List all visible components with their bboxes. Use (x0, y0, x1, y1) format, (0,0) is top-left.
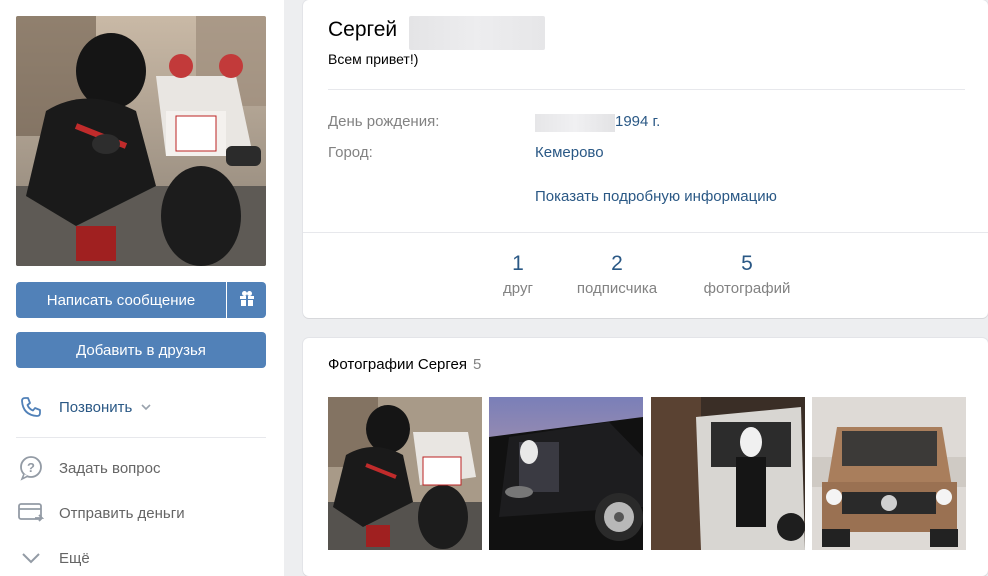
divider (328, 89, 965, 90)
call-label: Позвонить (59, 398, 133, 416)
send-money-label: Отправить деньги (59, 504, 185, 522)
profile-name: Сергей (328, 18, 398, 41)
friends-counter[interactable]: 1 друг (493, 252, 543, 297)
profile-info-card: Сергей Всем привет!) День рождения: 1994… (303, 0, 988, 318)
photos-label: фотографий (703, 280, 791, 297)
blurred-birthday-date (535, 114, 615, 132)
add-friend-button[interactable]: Добавить в друзья (16, 332, 266, 368)
profile-avatar[interactable] (16, 16, 266, 266)
send-message-label: Написать сообщение (46, 291, 196, 309)
friends-count: 1 (512, 252, 524, 275)
divider (16, 437, 266, 438)
city-label: Город: (328, 144, 373, 161)
friends-label: друг (503, 280, 533, 297)
photos-header[interactable]: Фотографии Сергея 5 (328, 356, 481, 373)
more-label: Ещё (59, 549, 90, 567)
send-money-action[interactable]: Отправить деньги (16, 498, 185, 528)
photos-counter[interactable]: 5 фотографий (693, 252, 801, 297)
photo-thumbnail[interactable] (489, 397, 643, 550)
blurred-surname (409, 16, 545, 50)
phone-icon (16, 392, 46, 422)
chevron-down-icon (140, 403, 152, 411)
photo-thumbnail[interactable] (328, 397, 482, 550)
followers-count: 2 (611, 252, 623, 275)
gift-button[interactable] (227, 282, 266, 318)
photos-count: 5 (741, 252, 753, 275)
show-more-info-link[interactable]: Показать подробную информацию (535, 188, 777, 205)
profile-status: Всем привет!) (328, 51, 419, 67)
call-action[interactable]: Позвонить (16, 392, 152, 422)
more-action[interactable]: Ещё (16, 543, 90, 573)
city-link[interactable]: Кемерово (535, 144, 604, 161)
gift-icon (239, 290, 255, 311)
ask-question-label: Задать вопрос (59, 459, 161, 477)
birthday-label: День рождения: (328, 113, 440, 130)
photo-thumbnail[interactable] (812, 397, 966, 550)
followers-counter[interactable]: 2 подписчика (567, 252, 667, 297)
photos-card: Фотографии Сергея 5 (303, 338, 988, 576)
followers-label: подписчика (576, 280, 658, 297)
photos-total: 5 (473, 356, 482, 373)
birthday-year[interactable]: 1994 г. (615, 113, 660, 130)
chevron-down-icon (16, 543, 46, 573)
question-bubble-icon: ? (16, 453, 46, 483)
add-friend-label: Добавить в друзья (76, 341, 206, 359)
ask-question-action[interactable]: ? Задать вопрос (16, 453, 160, 483)
photo-thumbnail[interactable] (651, 397, 805, 550)
left-column: Написать сообщение Добавить в друзья Поз… (0, 0, 284, 576)
send-message-button[interactable]: Написать сообщение (16, 282, 226, 318)
svg-text:?: ? (27, 460, 35, 475)
divider (303, 232, 988, 233)
money-transfer-icon (16, 498, 46, 528)
photos-title: Фотографии Сергея (328, 356, 468, 373)
